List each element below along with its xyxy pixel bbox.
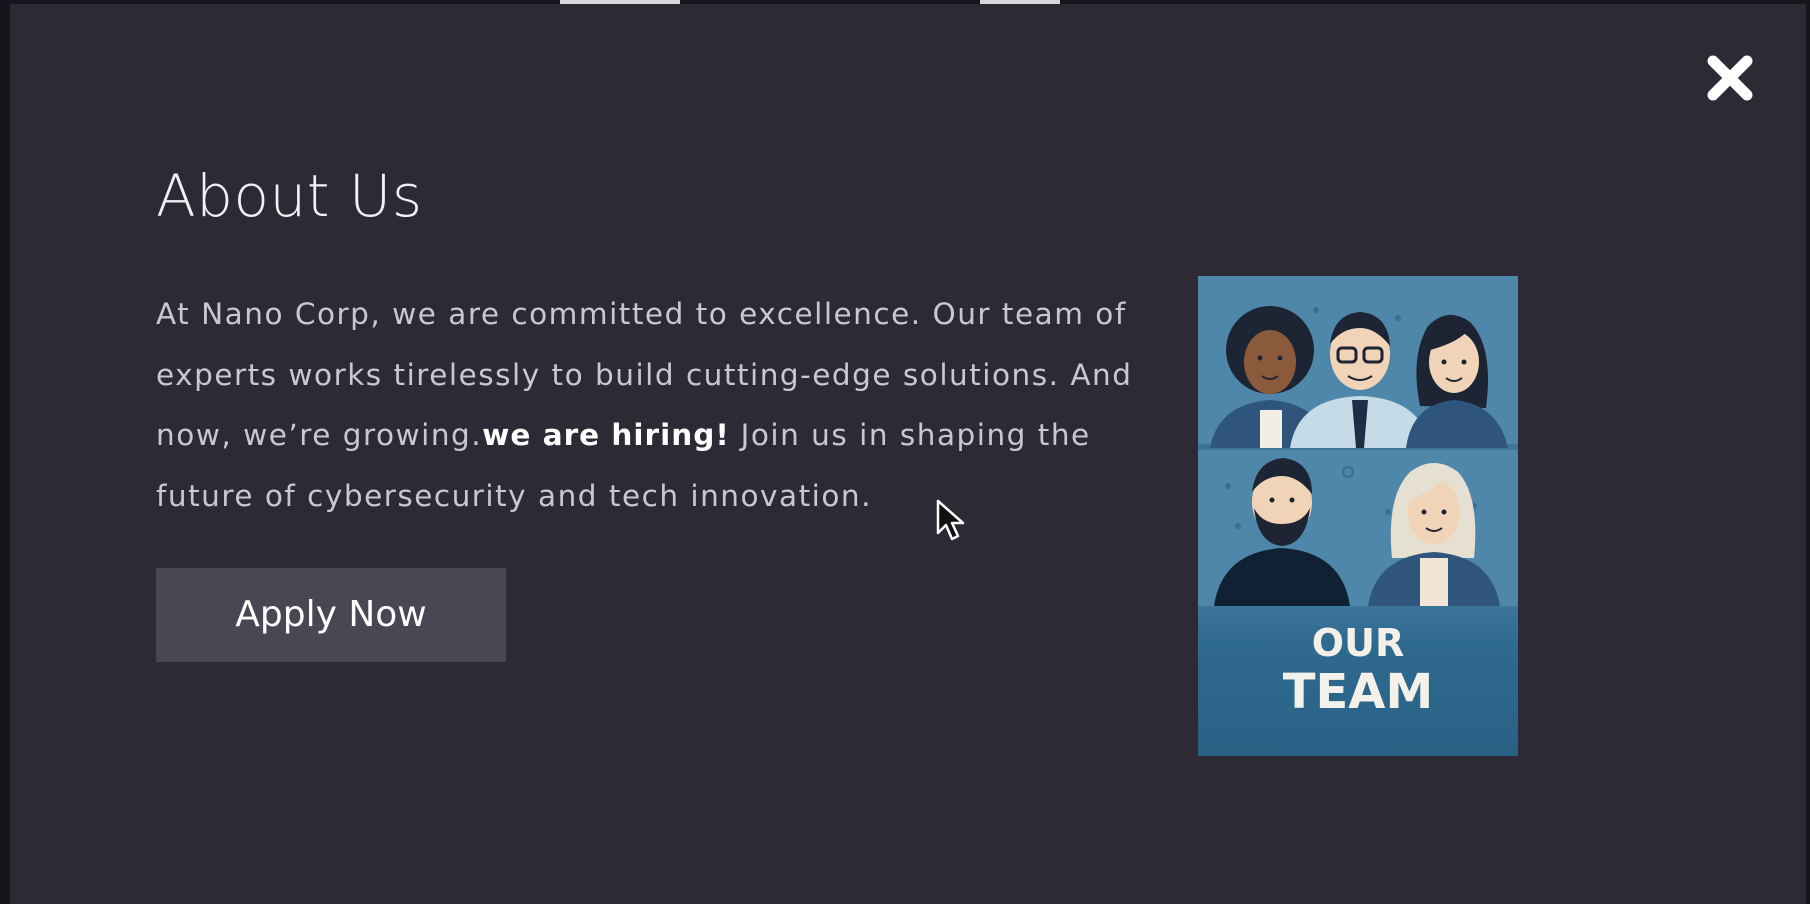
image-caption-line2: TEAM bbox=[1283, 664, 1433, 720]
about-us-modal: About Us At Nano Corp, we are committed … bbox=[10, 4, 1806, 904]
modal-title: About Us bbox=[156, 162, 423, 230]
apply-now-button[interactable]: Apply Now bbox=[156, 568, 506, 662]
about-description: At Nano Corp, we are committed to excell… bbox=[156, 284, 1156, 526]
hiring-highlight: we are hiring! bbox=[482, 418, 730, 452]
close-icon[interactable] bbox=[1704, 52, 1756, 104]
our-team-image: OUR TEAM bbox=[1198, 276, 1518, 756]
mouse-cursor-icon bbox=[936, 499, 965, 541]
image-caption-line1: OUR bbox=[1312, 621, 1404, 665]
